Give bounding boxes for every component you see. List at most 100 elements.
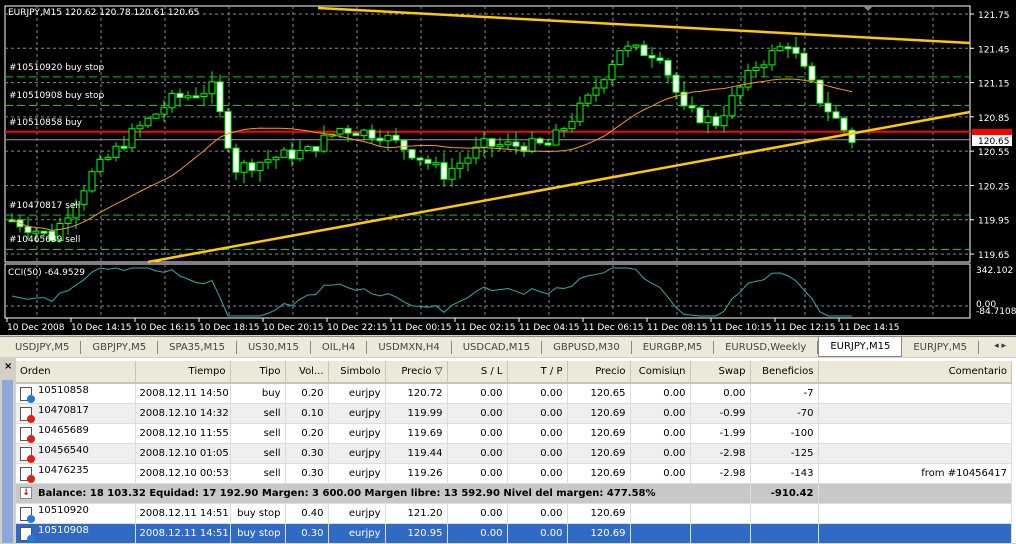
candle-body: [128, 128, 136, 149]
tab-us30-m15[interactable]: US30,M15: [237, 340, 311, 354]
time-label: 11 Dec 04:15: [519, 323, 580, 333]
cell: 0.00: [630, 443, 691, 464]
column-header[interactable]: Comentario: [818, 361, 1012, 384]
close-icon[interactable]: ×: [4, 361, 12, 372]
tab-eurjpy-m5[interactable]: EURJPY,M5: [902, 340, 979, 354]
candle-body: [800, 52, 808, 67]
time-label: 11 Dec 12:15: [775, 323, 836, 333]
cell: 10456540: [16, 443, 136, 464]
tab-usdjpy-m5[interactable]: USDJPY,M5: [4, 340, 82, 354]
cell: 0.30: [285, 443, 329, 464]
tab-eurusd-weekly[interactable]: EURUSD,Weekly: [714, 340, 819, 354]
tab-eurgbp-m5[interactable]: EURGBP,M5: [632, 340, 715, 354]
column-header[interactable]: Comisiцn: [630, 361, 691, 384]
chart-canvas[interactable]: 121.75 121.45 121.15 120.85 120.55 120.25 119.…: [0, 0, 1016, 335]
chart-tabs: USDJPY,M5 GBPJPY,M5 SPA35,M15 US30,M15 OIL,H…: [0, 336, 1016, 357]
cell: [690, 523, 751, 544]
column-header[interactable]: Precio ▽: [385, 361, 448, 384]
cell: 119.44: [385, 443, 448, 464]
candle-body: [664, 59, 672, 76]
time-label: 10 Dec 22:15: [327, 323, 388, 333]
cell: buy: [230, 383, 286, 404]
balance-icon: ↓: [20, 487, 32, 499]
cell: [818, 443, 1012, 464]
time-label: 11 Dec 00:15: [391, 323, 452, 333]
price-chart[interactable]: 121.75 121.45 121.15 120.85 120.55 120.25 119.…: [0, 0, 1016, 335]
order-row[interactable]: 10510858 2008.12.11 14:50 buy 0.20 eurjpy 120…: [16, 383, 1012, 404]
candle-body: [336, 127, 344, 135]
cell: 121.20: [385, 503, 448, 524]
tab-gbpusd-m30[interactable]: GBPUSD,M30: [542, 340, 632, 354]
column-header[interactable]: S / L: [447, 361, 508, 384]
order-row[interactable]: 10465689 2008.12.10 11:55 sell 0.20 eurjpy 11…: [16, 423, 1012, 444]
cell: sell: [230, 403, 286, 424]
cell: eurjpy: [328, 383, 386, 404]
candle-body: [144, 117, 152, 127]
candle-body: [192, 95, 200, 99]
order-row[interactable]: 10470817 2008.12.10 14:32 sell 0.10 eurjpy 11…: [16, 403, 1012, 424]
column-header[interactable]: Tipo: [230, 361, 286, 384]
order-row[interactable]: 10510908 2008.12.11 14:51 buy stop 0.30 eurj…: [16, 523, 1012, 544]
column-header[interactable]: Simbolo: [328, 361, 386, 384]
cell: 2008.12.10 11:55: [135, 423, 231, 444]
candle-body: [224, 111, 232, 149]
cell: 120.69: [567, 503, 631, 524]
candle-body: [472, 146, 480, 159]
cell: 2008.12.10 14:32: [135, 403, 231, 424]
order-row[interactable]: 10476235 2008.12.10 00:53 sell 0.30 eurjpy 11…: [16, 463, 1012, 484]
candle-body: [352, 132, 360, 137]
cell: 10470817: [16, 403, 136, 424]
tab-scroll-arrows[interactable]: ◂ ▸: [994, 341, 1006, 351]
candle-body: [216, 81, 224, 113]
column-header[interactable]: Tiempo: [135, 361, 231, 384]
cell: 119.99: [385, 403, 448, 424]
order-label: #10470817 sell: [9, 201, 81, 212]
cell: 0.00: [507, 503, 568, 524]
candle-body: [640, 44, 648, 57]
cell: eurjpy: [328, 443, 386, 464]
tab-oil-h4[interactable]: OIL,H4: [311, 340, 368, 354]
column-header[interactable]: Precio: [567, 361, 631, 384]
candle-body: [608, 64, 616, 81]
cell: 0.00: [507, 403, 568, 424]
candle-body: [392, 134, 400, 141]
order-row[interactable]: 10510920 2008.12.11 14:51 buy stop 0.40 eurj…: [16, 503, 1012, 524]
candle-body: [288, 149, 296, 160]
cell: 0.30: [285, 523, 329, 544]
candle-body: [440, 162, 448, 180]
candle-body: [232, 147, 240, 173]
column-header[interactable]: Beneficios: [750, 361, 819, 384]
cell: 0.10: [285, 403, 329, 424]
time-label: 10 Dec 14:15: [71, 323, 132, 333]
tab-spa35-m15[interactable]: SPA35,M15: [158, 340, 237, 354]
candle-body: [752, 67, 760, 72]
tab-eurjpy-m15[interactable]: EURJPY,M15: [818, 337, 903, 357]
cell: 0.00: [447, 423, 508, 444]
order-row[interactable]: 10456540 2008.12.10 01:05 sell 0.30 eurjpy 11…: [16, 443, 1012, 464]
candle-body: [200, 93, 208, 97]
column-header[interactable]: T / P: [507, 361, 568, 384]
candle-body: [776, 46, 784, 52]
candle-body: [712, 116, 720, 127]
candle-body: [384, 134, 392, 142]
candle-body: [824, 102, 832, 113]
candle-body: [408, 149, 416, 159]
candle-body: [792, 46, 800, 54]
cell: 0.40: [285, 503, 329, 524]
tab-usdcad-m15[interactable]: USDCAD,M15: [452, 340, 543, 354]
column-header[interactable]: Vol...: [285, 361, 329, 384]
cell: 10476235: [16, 463, 136, 484]
cell: 0.00: [630, 463, 691, 484]
cell: [818, 503, 1012, 524]
order-price-marker: [972, 129, 1012, 135]
tab-usdmxn-h4[interactable]: USDMXN,H4: [367, 340, 452, 354]
cell: -0.99: [690, 403, 751, 424]
candle-body: [656, 57, 664, 61]
column-header[interactable]: Swap: [690, 361, 751, 384]
cci-scale-label: 342.102: [976, 266, 1013, 276]
cell: [818, 383, 1012, 404]
cell: [630, 523, 691, 544]
column-header[interactable]: Orden: [16, 361, 136, 384]
tab-gbpjpy-m5[interactable]: GBPJPY,M5: [81, 340, 159, 354]
cell: eurjpy: [328, 463, 386, 484]
